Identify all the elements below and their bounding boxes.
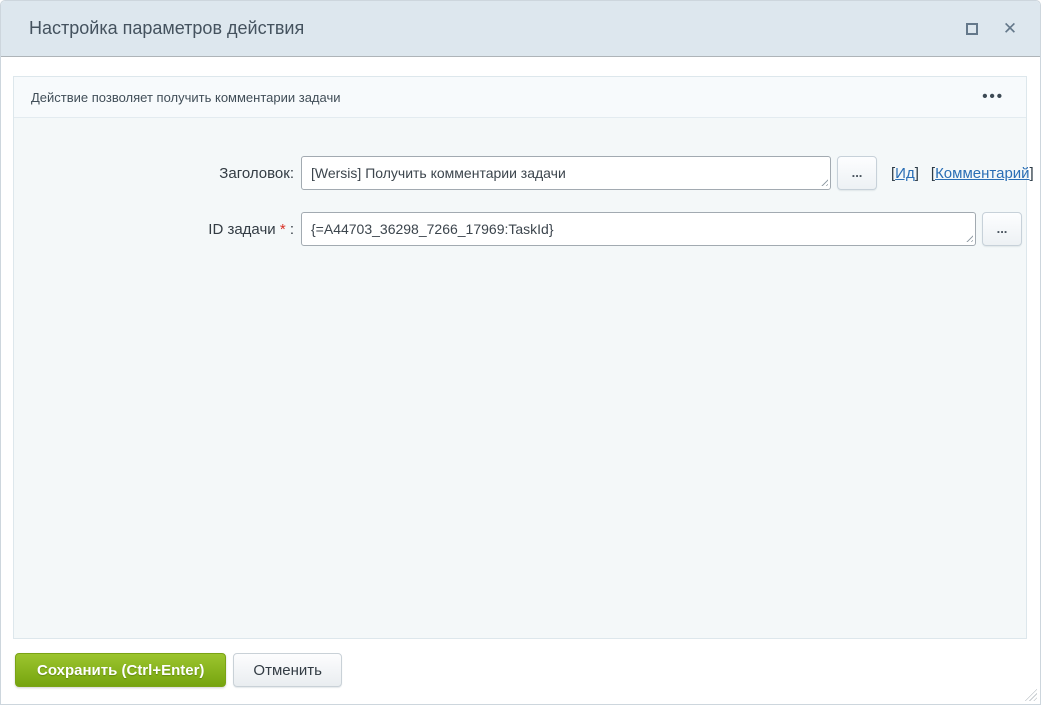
title-field-label: Заголовок:: [219, 164, 294, 182]
action-settings-panel: Действие позволяет получить комментарии …: [13, 76, 1034, 639]
dialog-window: Настройка параметров действия ✕ Действие…: [0, 0, 1041, 705]
task-id-label-colon: :: [285, 220, 294, 238]
insert-comment-link[interactable]: Комментарий: [935, 165, 1029, 182]
save-button[interactable]: Сохранить (Ctrl+Enter): [15, 653, 227, 687]
link-id-wrap: [Ид]: [891, 165, 919, 182]
bracket-close: ]: [1029, 164, 1034, 182]
action-form: Заголовок: [Wersis] Получить комментарии…: [14, 118, 1034, 246]
close-icon: ✕: [1002, 19, 1018, 38]
action-description: Действие позволяет получить комментарии …: [31, 89, 341, 105]
action-description-bar: Действие позволяет получить комментарии …: [14, 77, 1026, 118]
bracket-close: ]: [914, 164, 919, 182]
title-field-row: Заголовок: [Wersis] Получить комментарии…: [14, 156, 1034, 190]
window-controls: ✕: [960, 17, 1022, 41]
dialog-title: Настройка параметров действия: [29, 18, 305, 38]
task-id-field-label: ID задачи * :: [14, 221, 301, 238]
title-more-button[interactable]: ...: [837, 156, 877, 190]
link-comment-wrap: [Комментарий]: [931, 165, 1034, 182]
insert-id-link[interactable]: Ид: [895, 165, 915, 182]
maximize-icon: [966, 22, 978, 35]
title-textarea-wrap: [Wersis] Получить комментарии задачи: [301, 156, 831, 190]
task-id-label-text: ID задачи: [208, 220, 280, 238]
task-id-more-button[interactable]: ...: [982, 212, 1022, 246]
more-menu-button[interactable]: •••: [982, 89, 1004, 104]
task-id-textarea[interactable]: {=A44703_36298_7266_17969:TaskId}: [301, 212, 976, 246]
task-id-field-row: ID задачи * : {=A44703_36298_7266_17969:…: [14, 212, 1026, 246]
dialog-titlebar: Настройка параметров действия ✕: [1, 1, 1040, 57]
cancel-button[interactable]: Отменить: [233, 653, 342, 687]
task-id-textarea-wrap: {=A44703_36298_7266_17969:TaskId}: [301, 212, 976, 246]
dialog-footer: Сохранить (Ctrl+Enter) Отменить: [15, 653, 342, 687]
window-resize-grip-icon[interactable]: [1023, 687, 1037, 701]
insert-variable-links: [Ид] [Комментарий]: [891, 165, 1034, 182]
maximize-button[interactable]: [960, 17, 984, 41]
close-button[interactable]: ✕: [998, 17, 1022, 41]
title-textarea[interactable]: [Wersis] Получить комментарии задачи: [301, 156, 831, 190]
